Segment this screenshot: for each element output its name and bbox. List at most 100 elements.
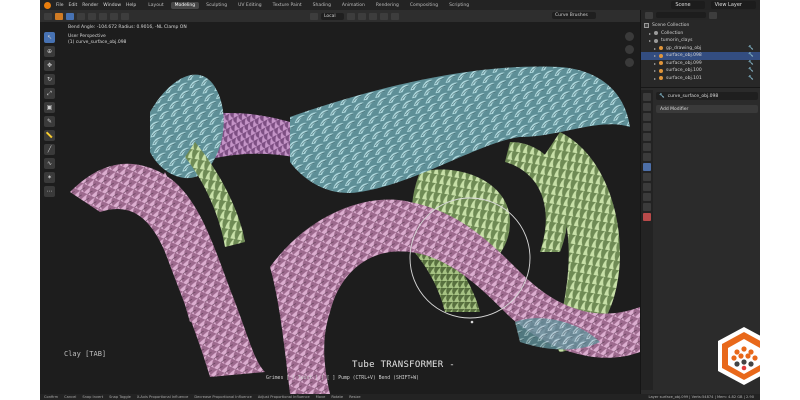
tab-layout[interactable]: Layout <box>144 2 167 9</box>
zoom-gizmo-icon[interactable] <box>625 32 634 41</box>
object-type-icon <box>654 31 658 36</box>
menu-edit[interactable]: Edit <box>69 3 78 8</box>
outliner-header <box>641 10 760 20</box>
brush-dropdown[interactable]: Curve Brushes <box>552 12 596 19</box>
modifier-indicator-icon[interactable]: 🔧 <box>748 61 754 66</box>
editor-type-button[interactable] <box>44 12 52 20</box>
select-box-tool-icon[interactable]: ↖ <box>44 32 55 43</box>
output-tab-icon[interactable] <box>643 113 651 121</box>
modifier-indicator-icon[interactable]: 🔧 <box>748 76 754 81</box>
modifier-indicator-icon[interactable]: 🔧 <box>748 46 754 51</box>
curve-brush-tool-icon[interactable]: ∿ <box>44 158 55 169</box>
outliner-search-input[interactable] <box>656 12 706 18</box>
world-tab-icon[interactable] <box>643 143 651 151</box>
tab-shading[interactable]: Shading <box>309 2 335 9</box>
scale-tool-icon[interactable]: ⤢ <box>44 88 55 99</box>
menu-window[interactable]: Window <box>103 3 121 8</box>
mode-hint-text: Clay [TAB] <box>64 350 107 358</box>
menu-render[interactable]: Render <box>82 3 98 8</box>
tab-animation[interactable]: Animation <box>338 2 369 9</box>
spike-tool-icon[interactable]: ✶ <box>44 172 55 183</box>
outliner-item-label: surface_obj.099 <box>666 60 702 66</box>
move-tool-icon[interactable]: ✥ <box>44 60 55 71</box>
tab-texture-paint[interactable]: Texture Paint <box>269 2 306 9</box>
modifier-indicator-icon[interactable]: 🔧 <box>748 68 754 73</box>
outliner-item[interactable]: ▸ Collection <box>641 30 760 38</box>
annotate-tool-icon[interactable]: ✎ <box>44 116 55 127</box>
pan-gizmo-icon[interactable] <box>625 45 634 54</box>
transform-tool-icon[interactable]: ▣ <box>44 102 55 113</box>
tab-scripting[interactable]: Scripting <box>445 2 473 9</box>
snap-settings-icon[interactable] <box>368 12 377 20</box>
tab-sculpting[interactable]: Sculpting <box>202 2 231 9</box>
outliner-item[interactable]: ▸ surface_obj.101 🔧 <box>641 75 760 83</box>
particles-tab-icon[interactable] <box>643 173 651 181</box>
extra-tool-icon[interactable]: ⋯ <box>44 186 55 197</box>
select-mode-intersect-button[interactable] <box>110 12 118 20</box>
rotate-tool-icon[interactable]: ↻ <box>44 74 55 85</box>
status-hint-list: Confirm Cancel Snap Invert Snap Toggle X-Axi… <box>44 395 361 399</box>
select-mode-box-button[interactable] <box>66 12 74 20</box>
status-hint: Cancel <box>64 395 77 399</box>
menu-file[interactable]: File <box>56 3 64 8</box>
object-type-icon <box>659 53 663 58</box>
view-layer-selector[interactable]: View Layer <box>710 1 756 9</box>
orientation-dropdown[interactable]: Local <box>321 12 344 20</box>
view-layer-tab-icon[interactable] <box>643 123 651 131</box>
mode-button[interactable] <box>55 12 63 20</box>
material-tab-icon[interactable] <box>643 213 651 221</box>
status-hint: Confirm <box>44 395 59 399</box>
add-modifier-button[interactable]: Add Modifier <box>656 105 758 113</box>
draw-tool-icon[interactable]: ╱ <box>44 144 55 155</box>
tab-compositing[interactable]: Compositing <box>406 2 442 9</box>
tool-tab-icon[interactable] <box>643 93 651 101</box>
outliner-scene-collection[interactable]: Scene Collection <box>641 22 760 30</box>
outliner-item[interactable]: ▸ surface_obj.100 🔧 <box>641 67 760 75</box>
camera-gizmo-icon[interactable] <box>625 58 634 67</box>
object-type-icon <box>659 61 663 66</box>
outliner-item-label: surface_obj.098 <box>666 53 702 59</box>
constraints-tab-icon[interactable] <box>643 193 651 201</box>
navigation-gizmo <box>625 32 634 67</box>
outliner-item[interactable]: ▸ tumorin_clays <box>641 37 760 45</box>
tab-rendering[interactable]: Rendering <box>372 2 403 9</box>
proportional-edit-icon[interactable] <box>379 12 388 20</box>
select-mode-invert-button[interactable] <box>99 12 107 20</box>
scene-tab-icon[interactable] <box>643 133 651 141</box>
outliner-item[interactable]: ▸ surface_obj.098 🔧 <box>641 52 760 60</box>
outliner-display-mode-icon[interactable] <box>645 11 653 19</box>
collection-checkbox-icon[interactable] <box>644 23 649 29</box>
object-name-field[interactable]: 🔧 curve_surface_obj.098 <box>656 92 758 100</box>
cursor-tool-icon[interactable]: ⊕ <box>44 46 55 57</box>
scene-stats: Layer surface_obj.099 | Verts:54874 | Me… <box>648 395 754 399</box>
outliner-item-label: Collection <box>661 30 684 36</box>
outliner-item[interactable]: ▸ surface_obj.099 🔧 <box>641 60 760 68</box>
proportional-falloff-icon[interactable] <box>390 12 399 20</box>
pivot-icon[interactable] <box>346 12 355 20</box>
menu-help[interactable]: Help <box>126 3 136 8</box>
modifier-indicator-icon[interactable]: 🔧 <box>748 53 754 58</box>
object-type-icon <box>659 46 663 51</box>
3d-viewport[interactable]: Bend Angle: -104.672 Radius: 0.9016, -NL… <box>40 22 640 394</box>
outliner-filter-icon[interactable] <box>709 11 717 19</box>
status-hint: X-Axis Proportional Influence <box>136 395 189 399</box>
blender-logo-icon[interactable] <box>44 1 51 9</box>
view-menu-button[interactable] <box>121 12 129 20</box>
outliner-root-label: Scene Collection <box>652 23 690 29</box>
data-tab-icon[interactable] <box>643 203 651 211</box>
measure-tool-icon[interactable]: 📏 <box>44 130 55 141</box>
scene-selector[interactable]: Scene <box>671 1 705 9</box>
render-tab-icon[interactable] <box>643 103 651 111</box>
object-type-icon <box>659 76 663 81</box>
tool-header: Local Curve Brushes <box>40 10 640 22</box>
object-tab-icon[interactable] <box>643 153 651 161</box>
snap-icon[interactable] <box>357 12 366 20</box>
physics-tab-icon[interactable] <box>643 183 651 191</box>
tab-modeling[interactable]: Modeling <box>170 1 200 9</box>
select-mode-subtract-button[interactable] <box>88 12 96 20</box>
outliner-item[interactable]: ▸ gp_drawing_obj 🔧 <box>641 45 760 53</box>
tab-uv-editing[interactable]: UV Editing <box>234 2 265 9</box>
select-mode-extend-button[interactable] <box>77 12 85 20</box>
channel-logo-badge <box>718 327 760 385</box>
modifier-tab-icon[interactable] <box>643 163 651 171</box>
